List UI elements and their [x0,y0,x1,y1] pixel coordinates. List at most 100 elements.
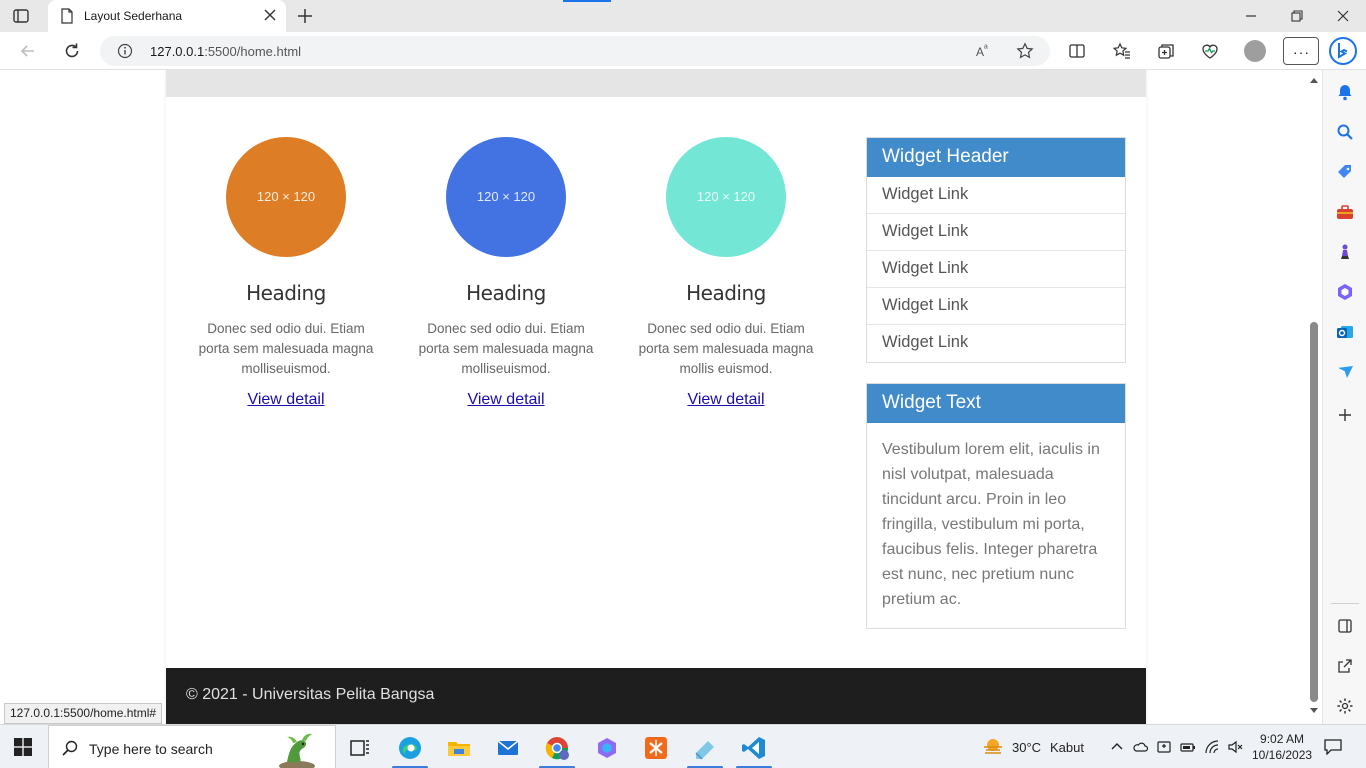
outlook-icon[interactable] [1335,322,1355,342]
read-aloud-icon[interactable]: Aᵃ [976,43,994,59]
browser-essentials-icon[interactable] [1200,41,1220,61]
task-view-icon[interactable] [347,735,373,761]
site-info-icon[interactable] [117,43,133,59]
copilot-app-icon[interactable] [594,735,620,761]
widget-link[interactable]: Widget Link [867,288,1125,325]
close-tab-icon[interactable] [264,9,276,21]
view-detail-link[interactable]: View detail [247,391,324,409]
feature-card: 120 × 120 Heading Donec sed odio dui. Et… [626,137,826,409]
split-screen-icon[interactable] [1067,41,1087,61]
tab-actions-icon[interactable] [12,7,30,25]
url-text[interactable]: 127.0.0.1:5500/home.html [150,44,301,59]
scroll-down-arrow[interactable] [1310,708,1318,713]
clock-time: 9:02 AM [1260,732,1305,746]
windows-start-icon[interactable] [14,738,32,756]
header-strip [166,70,1146,97]
search-icon[interactable] [1335,122,1355,142]
widget-link[interactable]: Widget Link [867,214,1125,251]
settings-more-button[interactable]: ··· [1283,37,1319,65]
favorite-star-icon[interactable] [1016,42,1034,60]
placeholder-label: 120 × 120 [696,189,756,204]
view-detail-link[interactable]: View detail [687,391,764,409]
weather-fog-icon[interactable] [982,737,1004,757]
card-image-placeholder: 120 × 120 [226,137,346,257]
status-url-tooltip: 127.0.0.1:5500/home.html# [4,703,163,724]
xampp-icon[interactable] [643,735,669,761]
feature-card: 120 × 120 Heading Donec sed odio dui. Et… [406,137,606,409]
browser-toolbar: 127.0.0.1:5500/home.html Aᵃ ··· [0,32,1366,70]
system-clock[interactable]: 9:02 AM 10/16/2023 [1252,731,1312,763]
shopping-tag-icon[interactable] [1335,162,1355,182]
chrome-profile-icon[interactable] [544,735,570,761]
active-indicator [563,0,611,2]
card-text: Donec sed odio dui. Etiam porta sem male… [418,321,594,376]
search-placeholder: Type here to search [89,741,213,757]
notification-bell-icon[interactable] [1335,82,1355,102]
widget-link-list: Widget Link Widget Link Widget Link Widg… [867,177,1125,362]
placeholder-label: 120 × 120 [476,189,536,204]
new-tab-icon[interactable] [296,7,314,25]
mail-icon[interactable] [495,735,521,761]
widget-text: Widget Text Vestibulum lorem elit, iacul… [866,383,1126,629]
notification-center-icon[interactable] [1324,739,1342,755]
card-heading: Heading [466,281,546,305]
edge-browser-icon[interactable] [397,735,423,761]
hide-sidebar-icon[interactable] [1335,616,1355,636]
card-text: Donec sed odio dui. Etiam porta sem male… [198,321,374,376]
clock-date: 10/16/2023 [1252,748,1313,762]
taskbar-search-box[interactable]: Type here to search [48,725,336,768]
browser-tab[interactable]: Layout Sederhana [48,0,286,32]
widget-links: Widget Header Widget Link Widget Link Wi… [866,137,1126,363]
microsoft-365-icon[interactable] [1335,282,1355,302]
onedrive-cloud-icon[interactable] [1132,739,1148,755]
page-scrollbar[interactable] [1307,70,1322,724]
card-text: Donec sed odio dui. Etiam porta sem male… [638,321,814,376]
address-bar[interactable]: 127.0.0.1:5500/home.html Aᵃ [100,36,1050,66]
restore-icon[interactable] [1289,8,1305,24]
vscode-icon[interactable] [741,735,767,761]
minimize-icon[interactable] [1243,8,1259,24]
weather-condition-text[interactable]: Kabut [1050,740,1084,755]
search-highlight-dragon-icon [279,733,315,768]
sidebar-settings-gear-icon[interactable] [1335,696,1355,716]
bing-copilot-icon[interactable] [1328,36,1358,66]
widget-link[interactable]: Widget Link [867,177,1125,214]
widget-text-title: Widget Text [867,384,1125,423]
refresh-icon[interactable] [62,41,82,61]
widget-link[interactable]: Widget Link [867,251,1125,288]
back-icon[interactable] [18,41,38,61]
file-explorer-icon[interactable] [446,735,472,761]
battery-icon[interactable] [1180,739,1196,755]
page-footer: © 2021 - Universitas Pelita Bangsa [166,668,1146,724]
tools-icon[interactable] [1335,202,1355,222]
notepad-icon[interactable] [692,735,718,761]
page-icon [61,8,73,24]
close-window-icon[interactable] [1335,8,1351,24]
sidebar-divider [1331,603,1359,604]
meet-now-icon[interactable] [1156,739,1172,755]
widget-text-body: Vestibulum lorem elit, iaculis in nisl v… [882,441,1100,608]
tab-bar: Layout Sederhana [0,0,1366,32]
url-host: 127.0.0.1 [150,44,205,59]
windows-taskbar: Type here to search 30°C Kabut 9:02 AM 1… [0,724,1366,768]
scroll-up-arrow[interactable] [1310,78,1318,83]
temperature-text[interactable]: 30°C [1012,740,1041,755]
open-external-icon[interactable] [1335,656,1355,676]
more-icon: ··· [1293,44,1310,60]
collections-icon[interactable] [1156,41,1176,61]
wifi-icon[interactable] [1204,739,1220,755]
favorites-icon[interactable] [1112,41,1132,61]
scrollbar-thumb[interactable] [1310,322,1318,702]
card-image-placeholder: 120 × 120 [446,137,566,257]
add-sidebar-app-icon[interactable] [1335,405,1355,425]
drop-send-icon[interactable] [1335,362,1355,382]
card-heading: Heading [246,281,326,305]
card-heading: Heading [686,281,766,305]
show-hidden-icons-chevron-icon[interactable] [1109,739,1125,755]
widget-link[interactable]: Widget Link [867,325,1125,362]
games-icon[interactable] [1335,242,1355,262]
profile-avatar[interactable] [1244,40,1266,62]
card-image-placeholder: 120 × 120 [666,137,786,257]
volume-muted-icon[interactable] [1227,739,1243,755]
view-detail-link[interactable]: View detail [467,391,544,409]
